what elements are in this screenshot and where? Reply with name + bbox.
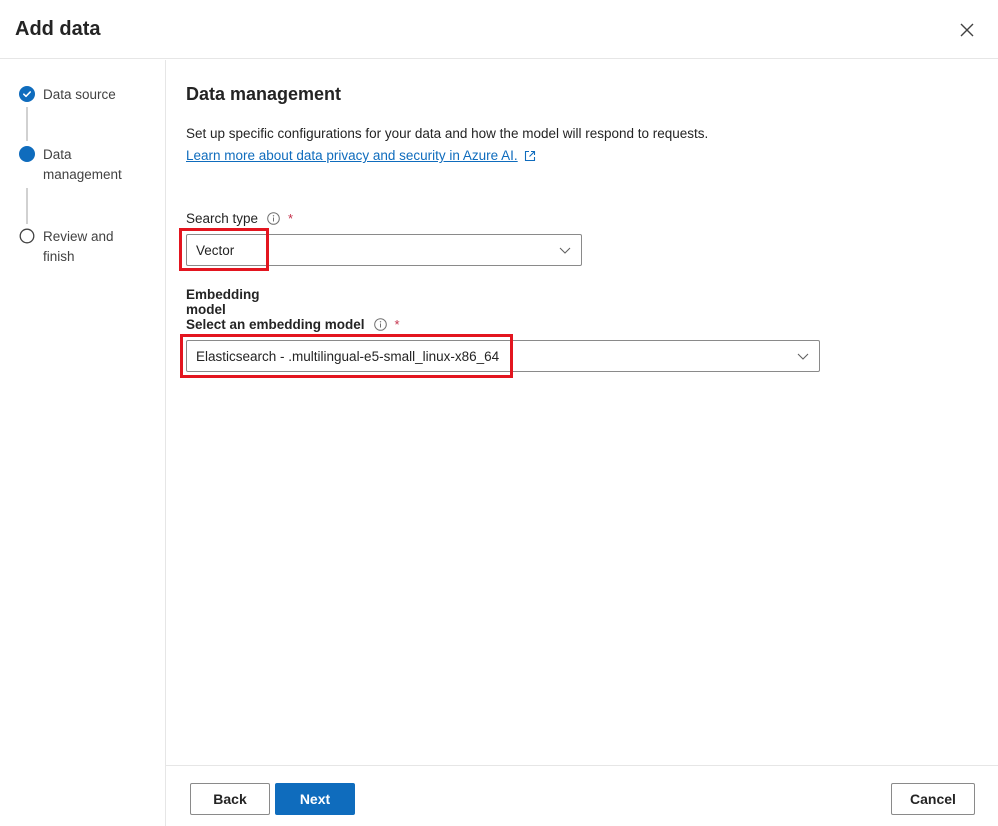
- embedding-model-dropdown[interactable]: Elasticsearch - .multilingual-e5-small_l…: [186, 340, 820, 372]
- back-button[interactable]: Back: [190, 783, 270, 815]
- external-link-icon: [524, 150, 535, 161]
- step-data-management[interactable]: Data management: [19, 145, 143, 185]
- checkmark-circle-icon: [19, 86, 35, 102]
- empty-circle-icon: [19, 228, 35, 244]
- step-connector: [26, 107, 28, 141]
- embedding-model-label: Select an embedding model *: [186, 317, 400, 332]
- step-connector: [26, 188, 28, 224]
- next-button[interactable]: Next: [275, 783, 355, 815]
- step-label: Data management: [43, 147, 122, 182]
- section-title: Data management: [186, 84, 342, 104]
- required-marker: *: [288, 211, 294, 226]
- dialog-footer: Back Next Cancel: [166, 765, 998, 826]
- wizard-stepper: Data source Data management Review and f…: [0, 60, 166, 826]
- section-description: Set up specific configurations for your …: [186, 126, 709, 141]
- cancel-button[interactable]: Cancel: [891, 783, 975, 815]
- dialog-title: Add data: [15, 18, 101, 40]
- embedding-section-title: Embedding model: [186, 287, 260, 317]
- required-marker: *: [394, 317, 400, 332]
- search-type-label: Search type *: [186, 211, 293, 226]
- step-data-source[interactable]: Data source: [19, 85, 143, 105]
- search-type-label-text: Search type: [186, 211, 259, 226]
- chevron-down-icon: [559, 247, 571, 254]
- privacy-link[interactable]: Learn more about data privacy and securi…: [186, 148, 536, 163]
- info-icon[interactable]: [373, 318, 387, 331]
- close-icon[interactable]: [958, 21, 976, 39]
- embedding-model-value: Elasticsearch - .multilingual-e5-small_l…: [196, 348, 500, 364]
- filled-circle-icon: [19, 146, 35, 162]
- chevron-down-icon: [797, 353, 809, 360]
- step-label: Data source: [43, 87, 116, 102]
- step-label: Review and finish: [43, 229, 114, 264]
- privacy-link-text[interactable]: Learn more about data privacy and securi…: [186, 148, 518, 163]
- search-type-value: Vector: [196, 242, 235, 258]
- dialog-header: Add data: [0, 0, 998, 59]
- embedding-model-label-text: Select an embedding model: [186, 317, 365, 332]
- info-icon[interactable]: [267, 212, 280, 225]
- search-type-dropdown[interactable]: Vector: [186, 234, 582, 266]
- step-review-and-finish[interactable]: Review and finish: [19, 227, 143, 267]
